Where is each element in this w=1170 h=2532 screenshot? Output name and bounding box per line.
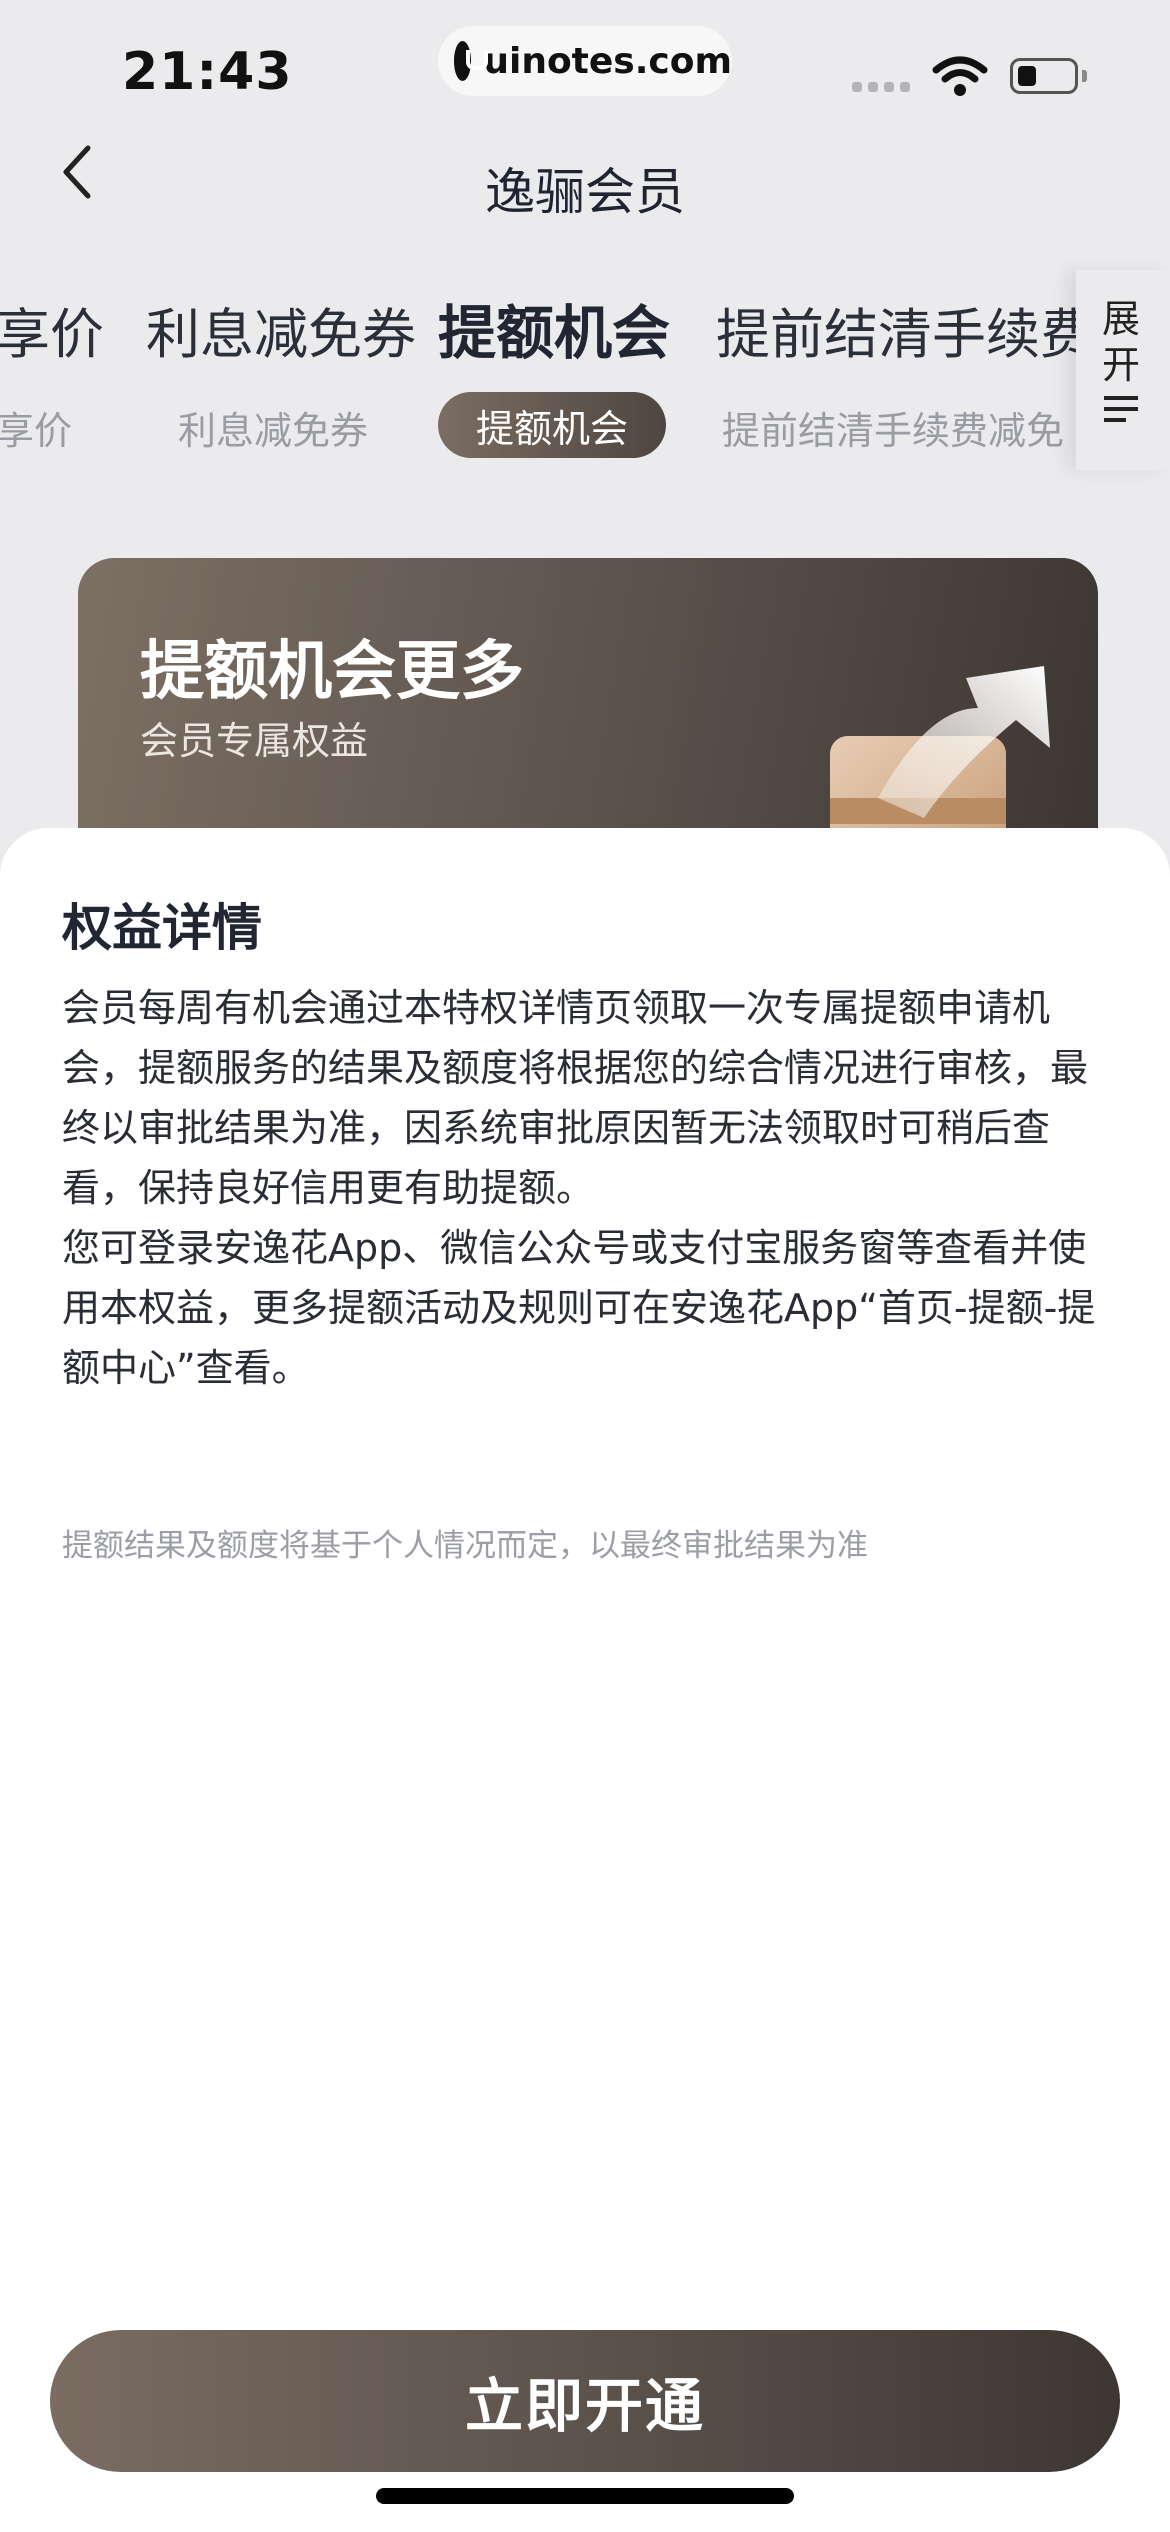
tab-early-settlement[interactable]: 提前结清手续费 [716,290,1094,369]
page-title: 逸骊会员 [485,163,685,221]
battery-icon [1010,58,1078,94]
url-pill[interactable]: uinotes.com [438,26,732,96]
tab-interest-coupon[interactable]: 利息减免券 [146,290,416,369]
expand-label: 展开 [1102,297,1141,387]
battery-tip [1082,70,1087,82]
banner-title: 提额机会更多 [140,635,524,709]
benefit-tabs: 享价 利息减免券 提额机会 提前结清手续费 [0,290,1094,370]
home-indicator [376,2488,794,2504]
expand-tabs-button[interactable]: 展开 [1076,270,1170,470]
tab-discount-price[interactable]: 享价 [0,290,104,369]
detail-paragraph-2: 您可登录安逸花App、微信公众号或支付宝服务窗等查看并使用本权益，更多提额活动及… [62,1226,1096,1390]
status-time: 21:43 [122,42,293,102]
subtab-credit-increase[interactable]: 提额机会 [438,392,666,458]
subtab-early-settlement[interactable]: 提前结清手续费减免 [722,400,1064,455]
detail-paragraph-1: 会员每周有机会通过本特权详情页领取一次专属提额申请机会，提额服务的结果及额度将根… [62,986,1089,1210]
wifi-icon [932,56,988,96]
benefit-subtabs: 享价 利息减免券 提额机会 提前结清手续费减免 [0,392,1080,462]
detail-description: 会员每周有机会通过本特权详情页领取一次专属提额申请机会，提额服务的结果及额度将根… [62,978,1112,1398]
status-bar: 21:43 uinotes.com [0,0,1170,140]
url-text: uinotes.com [483,40,732,82]
detail-title: 权益详情 [62,899,262,957]
site-logo-icon [454,41,489,81]
list-lines-icon [1104,396,1138,422]
cellular-signal-icon [852,82,910,92]
benefit-detail-sheet: 权益详情 会员每周有机会通过本特权详情页领取一次专属提额申请机会，提额服务的结果… [0,828,1170,2532]
banner-subtitle: 会员专属权益 [140,719,369,763]
tab-credit-increase[interactable]: 提额机会 [438,286,670,370]
subtab-discount-price[interactable]: 享价 [0,400,72,455]
page: 21:43 uinotes.com 逸骊会员 享价 利息减免券 提额机会 提前结… [0,0,1170,2532]
activate-now-button[interactable]: 立即开通 [50,2330,1120,2472]
disclaimer-note: 提额结果及额度将基于个人情况而定，以最终审批结果为准 [62,1528,868,1564]
subtab-interest-coupon[interactable]: 利息减免券 [178,400,368,455]
